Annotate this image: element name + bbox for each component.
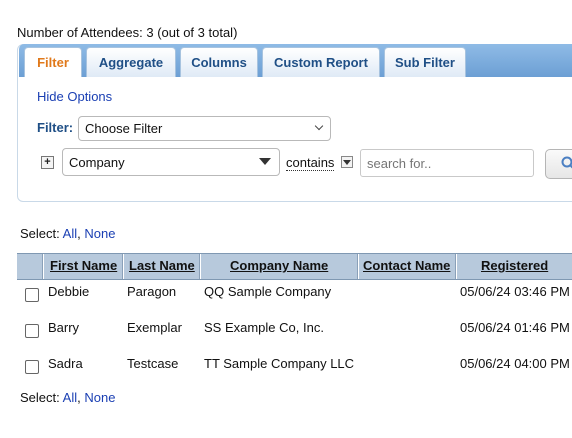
cell-last-name: Testcase bbox=[127, 356, 179, 371]
column-divider bbox=[455, 254, 457, 279]
cell-first-name: Debbie bbox=[48, 284, 90, 299]
filter-select[interactable]: Choose Filter bbox=[78, 116, 331, 141]
search-icon bbox=[561, 156, 572, 169]
cell-company-name: QQ Sample Company bbox=[204, 284, 332, 299]
cell-first-name: Sadra bbox=[48, 356, 83, 371]
select-all-link[interactable]: All bbox=[63, 226, 77, 241]
column-header-registered[interactable]: Registered bbox=[481, 253, 548, 278]
tab-custom-report[interactable]: Custom Report bbox=[262, 47, 380, 77]
tab-aggregate[interactable]: Aggregate bbox=[86, 47, 176, 77]
select-label: Select: bbox=[20, 390, 60, 405]
row-checkbox[interactable] bbox=[25, 288, 39, 302]
cell-first-name: Barry bbox=[48, 320, 80, 335]
cell-company-name: TT Sample Company LLC bbox=[204, 356, 355, 371]
chevron-down-icon bbox=[314, 121, 324, 131]
column-header-last-name[interactable]: Last Name bbox=[129, 253, 195, 278]
cell-last-name: Exemplar bbox=[127, 320, 182, 335]
select-links-bottom: Select: All, None bbox=[20, 390, 115, 405]
column-header-company-name[interactable]: Company Name bbox=[230, 253, 328, 278]
dropdown-triangle-icon bbox=[259, 158, 271, 165]
select-none-link[interactable]: None bbox=[84, 226, 115, 241]
expand-plus-icon[interactable]: + bbox=[41, 156, 54, 169]
search-input[interactable] bbox=[360, 149, 534, 177]
cell-registered: 05/06/24 03:46 PM bbox=[460, 284, 570, 299]
column-divider bbox=[42, 254, 44, 279]
cell-last-name: Paragon bbox=[127, 284, 177, 299]
cell-registered: 05/06/24 04:00 PM bbox=[460, 356, 570, 371]
tab-columns[interactable]: Columns bbox=[180, 47, 258, 77]
select-label: Select: bbox=[20, 226, 60, 241]
field-select[interactable]: Company bbox=[62, 148, 280, 176]
field-select-value: Company bbox=[69, 155, 125, 170]
filter-label: Filter: bbox=[37, 120, 74, 135]
column-header-first-name[interactable]: First Name bbox=[50, 253, 117, 278]
column-divider bbox=[122, 254, 124, 279]
cell-company-name: SS Example Co, Inc. bbox=[204, 320, 324, 335]
select-links-top: Select: All, None bbox=[20, 226, 115, 241]
tab-sub-filter[interactable]: Sub Filter bbox=[384, 47, 466, 77]
column-divider bbox=[199, 254, 201, 279]
row-checkbox[interactable] bbox=[25, 360, 39, 374]
filter-select-value: Choose Filter bbox=[85, 121, 163, 136]
attendee-count: Number of Attendees: 3 (out of 3 total) bbox=[17, 25, 238, 40]
row-checkbox[interactable] bbox=[25, 324, 39, 338]
column-header-contact-name[interactable]: Contact Name bbox=[363, 253, 450, 278]
column-divider bbox=[357, 254, 359, 279]
operator-select[interactable]: contains bbox=[286, 155, 335, 171]
select-separator: , bbox=[77, 390, 81, 405]
cell-registered: 05/06/24 01:46 PM bbox=[460, 320, 570, 335]
select-none-link[interactable]: None bbox=[84, 390, 115, 405]
hide-options-link[interactable]: Hide Options bbox=[37, 89, 112, 104]
select-all-link[interactable]: All bbox=[63, 390, 77, 405]
search-button[interactable] bbox=[545, 149, 572, 179]
select-separator: , bbox=[77, 226, 81, 241]
tab-filter[interactable]: Filter bbox=[24, 47, 82, 77]
operator-dropdown-icon[interactable] bbox=[341, 156, 353, 168]
